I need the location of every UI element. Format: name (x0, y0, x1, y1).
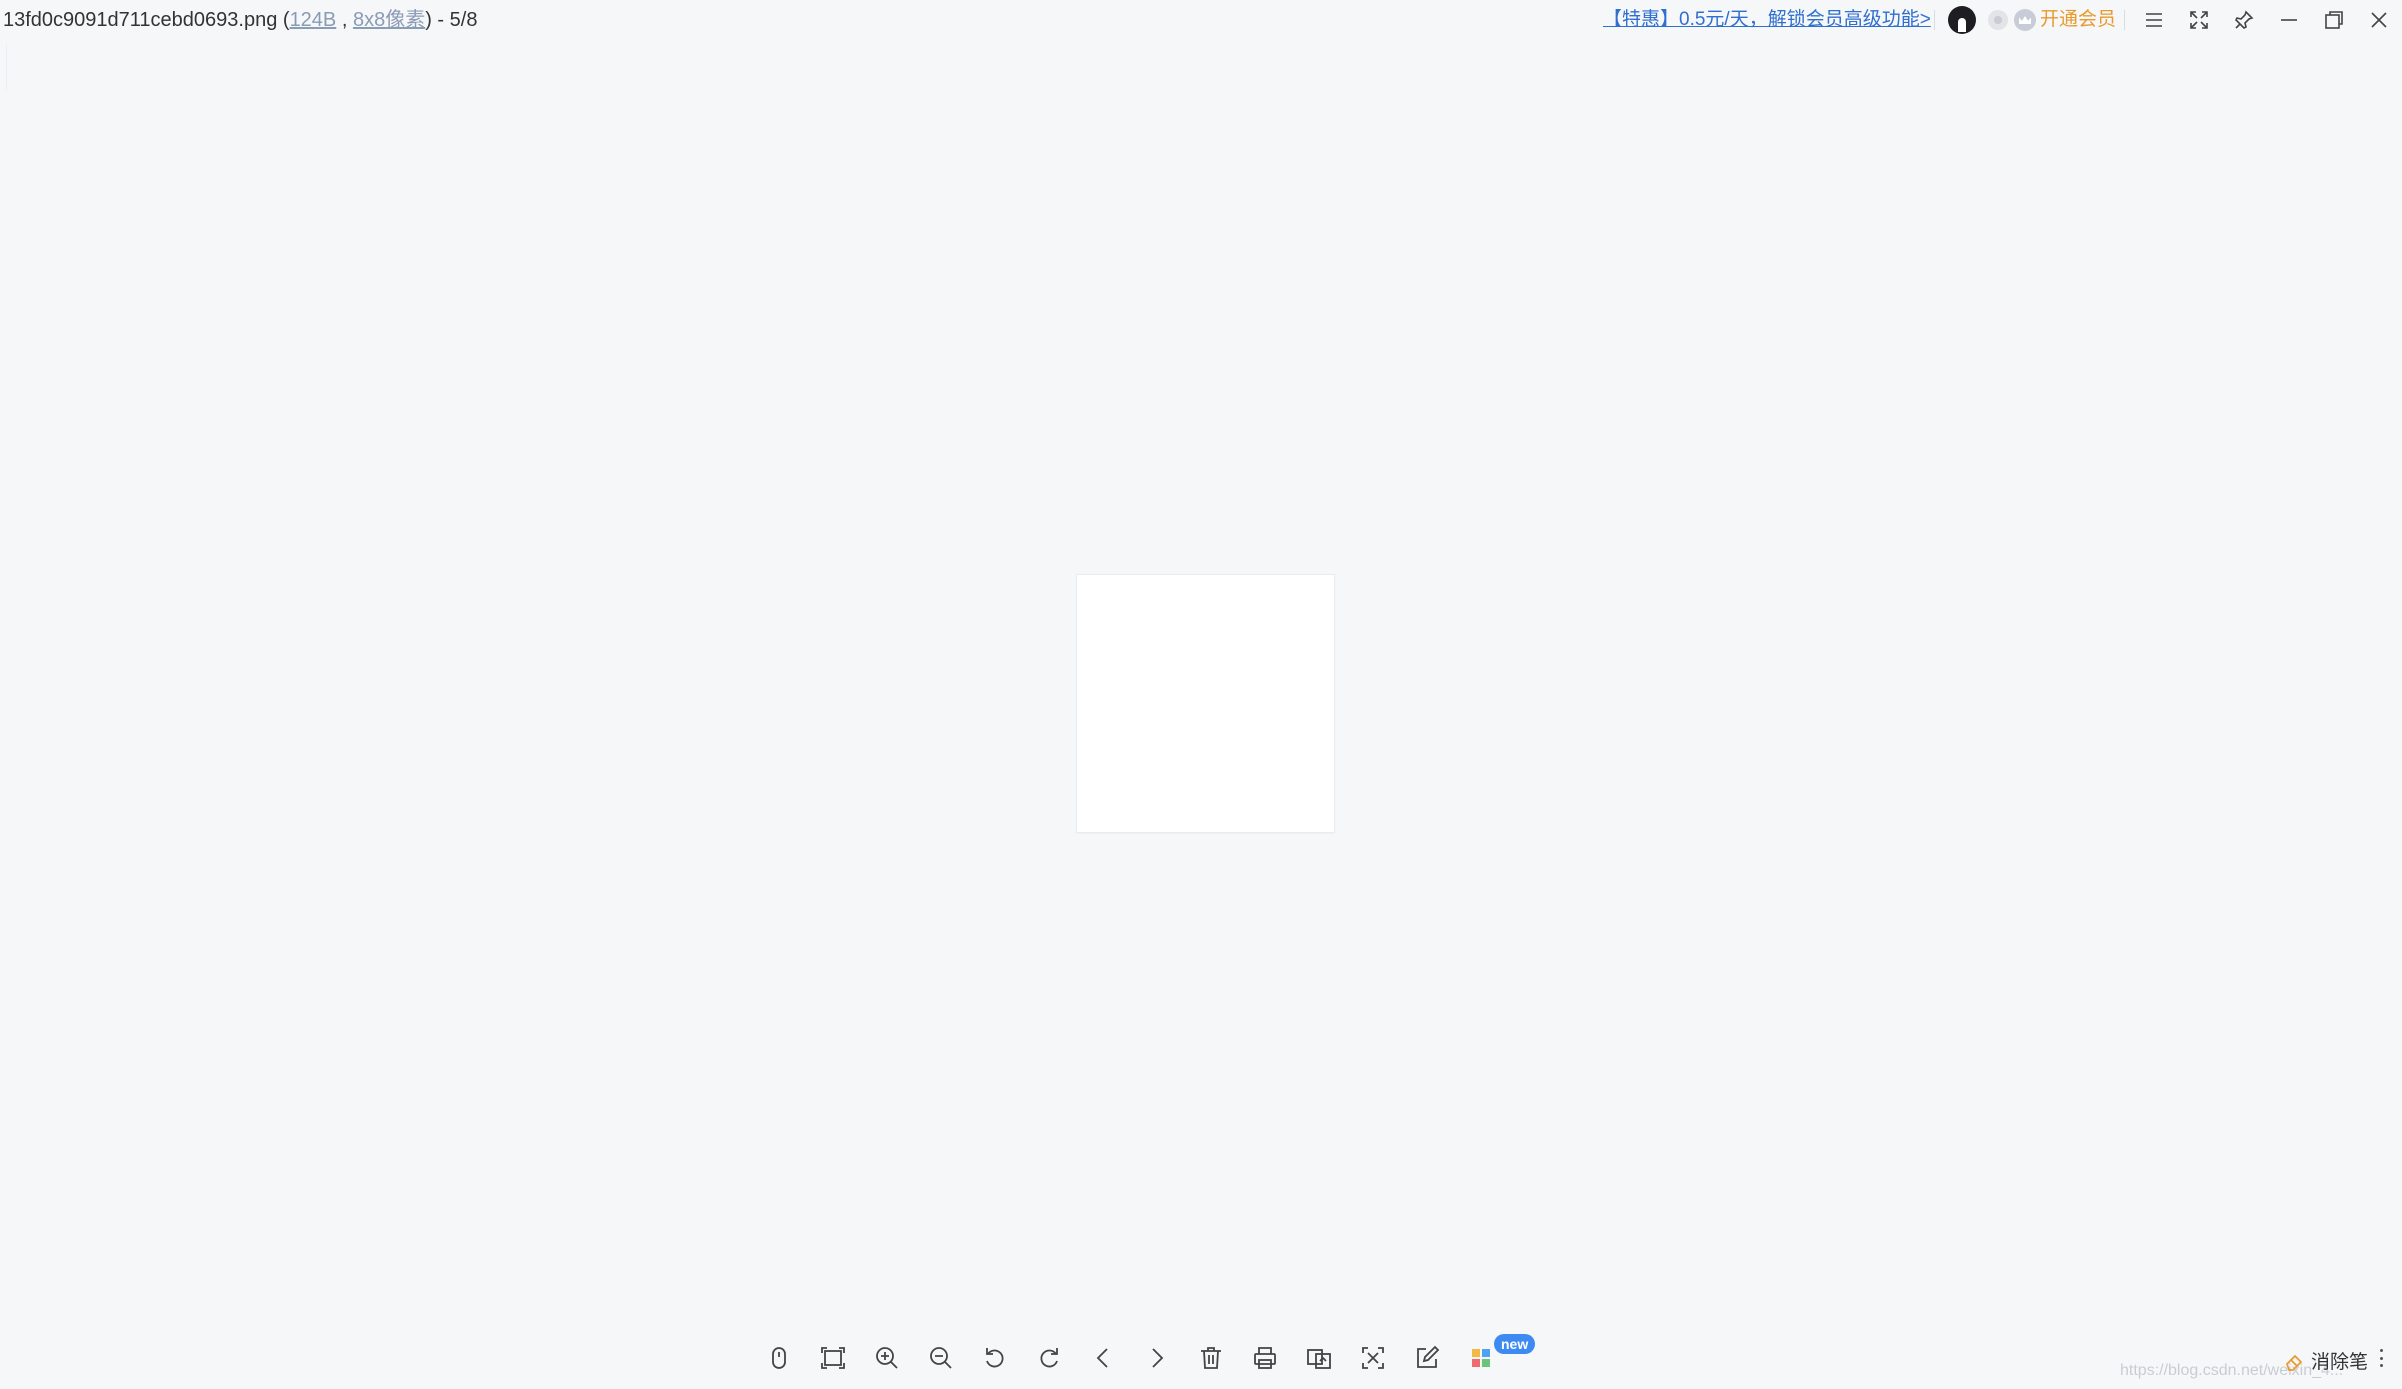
vip-crown-icon (2014, 9, 2036, 31)
convert-button[interactable] (1292, 1336, 1346, 1380)
printer-icon (1254, 1347, 1276, 1369)
avatar[interactable] (1948, 6, 1976, 34)
apps-grid-icon (1472, 1349, 1490, 1367)
previous-image-button[interactable] (1076, 1336, 1130, 1380)
image-position: 5/8 (449, 9, 478, 31)
chevron-left-icon (1096, 1348, 1108, 1368)
eraser-label: 消除笔 (2311, 1352, 2369, 1373)
level-badge-icon (1988, 10, 2008, 30)
restore-button[interactable] (2314, 2, 2354, 38)
mouse-icon (772, 1347, 786, 1369)
new-badge: new (1494, 1334, 1536, 1354)
file-size-link[interactable]: 124B (290, 9, 337, 31)
menu-button[interactable] (2134, 2, 2174, 38)
pin-button[interactable] (2224, 2, 2264, 38)
close-icon (2371, 12, 2387, 28)
rotate-left-icon (986, 1348, 1004, 1368)
edit-icon (1417, 1345, 1440, 1368)
rotate-right-button[interactable] (1022, 1336, 1076, 1380)
more-options-button[interactable] (2376, 1346, 2386, 1370)
zoom-out-icon (930, 1347, 952, 1369)
chevron-right-icon (1152, 1348, 1164, 1368)
bottom-toolbar (752, 1336, 1508, 1380)
minimize-icon (2281, 19, 2297, 21)
eraser-button[interactable]: 消除笔 (2283, 1347, 2368, 1374)
image-convert-icon (1307, 1349, 1331, 1369)
zoom-in-icon (876, 1347, 898, 1369)
window-title: 13fd0c9091d711cebd0693.png (124B , 8x8像素… (3, 9, 478, 31)
vip-button[interactable]: 开通会员 (2040, 8, 2116, 32)
promo-link[interactable]: 【特惠】0.5元/天，解锁会员高级功能> (1603, 8, 1931, 32)
divider (2124, 10, 2125, 30)
fullscreen-icon (2190, 11, 2208, 29)
edit-button[interactable] (1400, 1336, 1454, 1380)
menu-icon (2146, 13, 2162, 27)
zoom-in-button[interactable] (860, 1336, 914, 1380)
print-button[interactable] (1238, 1336, 1292, 1380)
rotate-left-button[interactable] (968, 1336, 1022, 1380)
minimize-button[interactable] (2269, 2, 2309, 38)
restore-icon (2325, 11, 2343, 29)
next-image-button[interactable] (1130, 1336, 1184, 1380)
trash-icon (1201, 1347, 1221, 1369)
delete-button[interactable] (1184, 1336, 1238, 1380)
edge-marker (6, 44, 7, 90)
eraser-icon (2286, 1354, 2303, 1371)
fit-window-button[interactable] (806, 1336, 860, 1380)
title-bar: 13fd0c9091d711cebd0693.png (124B , 8x8像素… (0, 0, 2402, 42)
zoom-out-button[interactable] (914, 1336, 968, 1380)
text-recognition-icon (1362, 1347, 1384, 1369)
divider (1934, 10, 1935, 30)
close-button[interactable] (2359, 2, 2399, 38)
rotate-right-icon (1040, 1348, 1058, 1368)
mouse-mode-button[interactable] (752, 1336, 806, 1380)
fullscreen-button[interactable] (2179, 2, 2219, 38)
file-name: 13fd0c9091d711cebd0693.png (3, 9, 278, 31)
ocr-button[interactable] (1346, 1336, 1400, 1380)
pin-icon (2235, 10, 2254, 29)
fit-screen-icon (821, 1347, 845, 1369)
image-dimensions-link[interactable]: 8x8像素 (353, 9, 425, 31)
image-canvas[interactable] (1077, 575, 1334, 832)
